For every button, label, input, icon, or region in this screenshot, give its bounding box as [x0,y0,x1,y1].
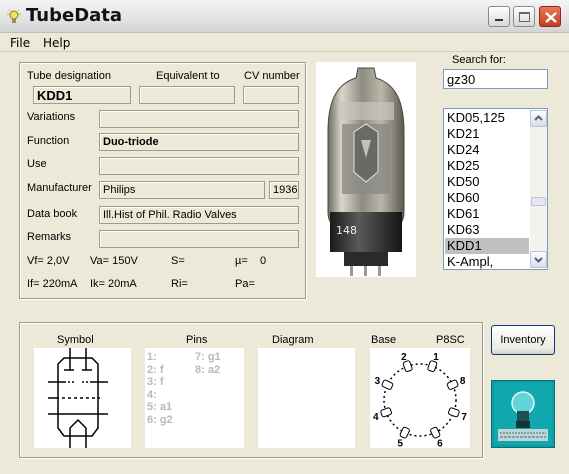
tube-list-item[interactable]: KD63 [445,222,529,238]
pin-entry: 4: [147,388,157,401]
tube-list-item[interactable]: KD61 [445,206,529,222]
pin-entry: 8: a2 [195,363,221,376]
tube-list-item[interactable]: KD21 [445,126,529,142]
scroll-up-icon [534,115,543,121]
symbol-label: Symbol [57,334,94,346]
tube-designation-label: Tube designation [27,70,111,82]
tube-list[interactable]: KD05,125 KD21 KD24 KD25 KD50 KD60 KD61 KD63 KDD1… [443,108,548,270]
scroll-thumb[interactable] [531,197,546,207]
close-icon [545,12,557,23]
use-label: Use [27,158,47,170]
maximize-button[interactable] [513,6,535,27]
spec-ri: Ri= [171,278,188,290]
base-pin: 4 [373,407,393,423]
variations-field[interactable] [99,110,299,128]
data-book-field[interactable]: Ill.Hist of Phil. Radio Valves [99,206,299,224]
year-field[interactable]: 1936 [269,181,299,199]
symbol-image [34,348,131,448]
base-pin-number: 4 [373,412,379,423]
base-label: Base [371,334,397,346]
minimize-button[interactable] [488,6,510,27]
inventory-button[interactable]: Inventory [491,325,555,355]
close-button[interactable] [539,6,561,27]
tube-list-item[interactable]: KD25 [445,158,529,174]
scroll-down-icon [534,257,543,263]
pin-entry: 2: f [147,363,164,376]
tube-list-item[interactable]: KD24 [445,142,529,158]
base-pin: 1 [427,352,439,373]
manufacturer-label: Manufacturer [27,182,92,194]
variations-label: Variations [27,111,76,123]
tube-designation-field[interactable]: KDD1 [33,86,131,104]
tubedata-logo [491,380,555,448]
base-pin-number: 1 [433,352,439,363]
spec-if: If= 220mA [27,278,78,290]
search-label: Search for: [452,54,506,66]
spec-mu: µ= [235,255,248,267]
equivalent-to-field[interactable] [139,86,235,104]
menu-file[interactable]: File [10,36,30,50]
maximize-icon [519,12,530,22]
minimize-icon [495,19,503,21]
spec-mu-value: 0 [260,255,267,267]
scroll-up-button[interactable] [530,110,547,127]
search-input[interactable] [443,69,548,89]
spec-va: Va= 150V [90,255,138,267]
tube-number-marking: 148 [336,224,357,237]
data-book-label: Data book [27,208,78,220]
cv-number-label: CV number [244,70,300,82]
pin-entry: 3: f [147,376,164,389]
diagram-image [258,348,355,448]
spec-s: S= [171,255,185,267]
menu-help[interactable]: Help [43,36,70,50]
spec-pa: Pa= [235,278,255,290]
remarks-label: Remarks [27,231,72,243]
base-pin: 7 [447,407,467,423]
tube-list-item[interactable]: KD50 [445,174,529,190]
base-pin-number: 5 [397,439,403,448]
tube-list-item[interactable]: KD60 [445,190,529,206]
remarks-field[interactable] [99,230,299,248]
lightbulb-icon [7,9,21,23]
base-pin-number: 3 [375,376,381,387]
base-pin-number: 7 [461,412,467,423]
pin-entry: 6: g2 [147,414,173,426]
base-type-label: P8SC [436,334,465,346]
base-pin: 6 [430,426,443,450]
manufacturer-field[interactable]: Philips [99,181,265,199]
pins-label: Pins [186,334,208,346]
tube-list-scrollbar[interactable] [530,110,547,268]
base-pin: 8 [446,376,466,390]
function-label: Function [27,135,70,147]
base-pin-number: 8 [460,376,466,387]
pin-entry: 7: g1 [195,351,221,363]
tube-photo: 148 D [316,62,416,277]
spec-vf: Vf= 2,0V [27,255,70,267]
pins-panel: 1: 2: f 3: f 4: 5: a1 6: g2 7: g1 8: a2 [145,348,244,448]
menu-bar: File Help [0,33,569,52]
diagram-label: Diagram [272,334,314,346]
cv-number-field[interactable] [243,86,299,104]
use-field[interactable] [99,157,299,175]
base-image: 1 2 3 4 5 6 7 8 [370,348,470,450]
scroll-down-button[interactable] [530,251,547,268]
base-pin: 5 [397,426,410,450]
base-pin-number: 6 [437,439,443,448]
tube-list-item[interactable]: K-Ampl, [445,254,529,269]
pin-entry: 5: a1 [147,401,173,414]
spec-ik: Ik= 20mA [90,278,137,290]
equivalent-to-label: Equivalent to [156,70,220,82]
tube-list-item[interactable]: KD05,125 [445,110,529,126]
tube-list-item[interactable]: KDD1 [445,238,529,254]
pin-entry: 1: [147,351,157,363]
title-bar: TubeData [0,0,569,33]
base-pin-number: 2 [401,352,407,363]
window-title: TubeData [26,5,123,26]
function-field[interactable]: Duo-triode [99,133,299,151]
